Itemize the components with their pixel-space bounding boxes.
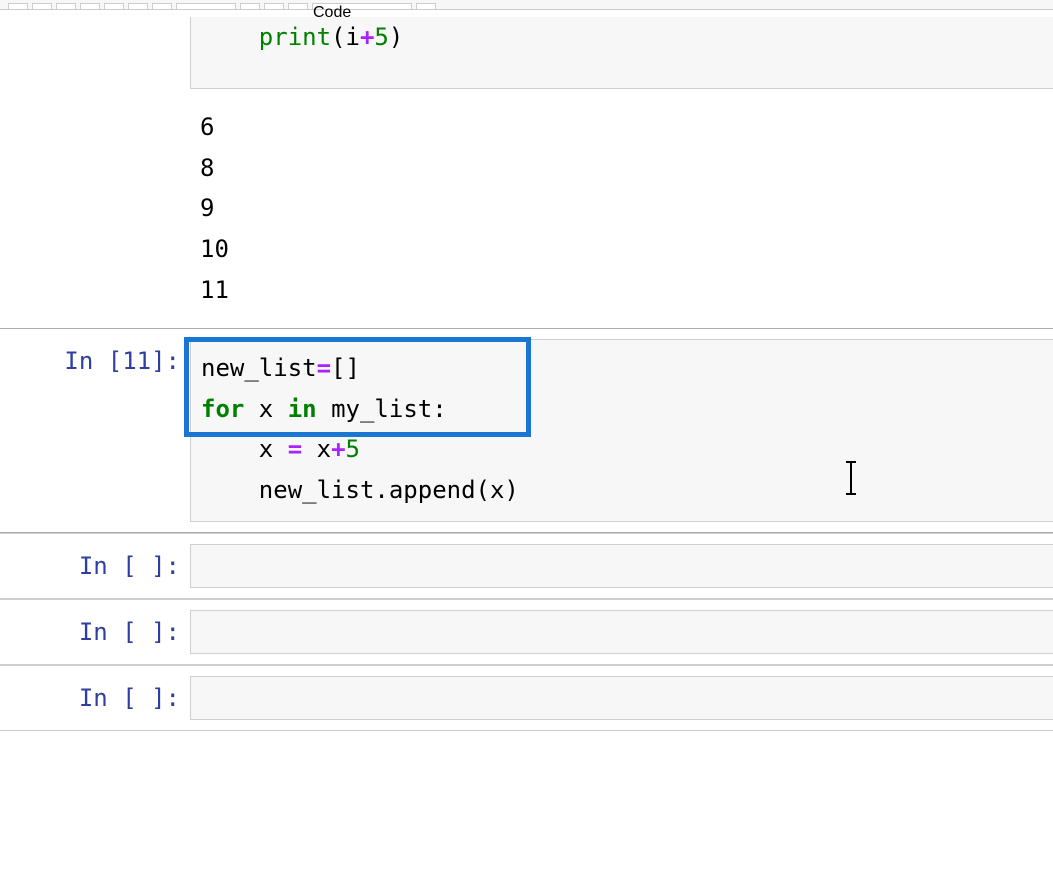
code-editor[interactable]: [190, 676, 1053, 720]
code-editor[interactable]: print(i+5): [190, 17, 1053, 89]
code-editor[interactable]: new_list=[] for x in my_list: x = x+5 ne…: [190, 339, 1053, 522]
toolbar: Code: [0, 0, 1053, 10]
toolbar-restart-run-button[interactable]: [288, 3, 308, 9]
toolbar-copy-button[interactable]: [80, 3, 100, 9]
cell-type-select[interactable]: Code: [312, 3, 412, 9]
toolbar-restart-button[interactable]: [264, 3, 284, 9]
input-prompt: In [ ]:: [79, 618, 180, 646]
toolbar-cut-button[interactable]: [56, 3, 76, 9]
input-prompt: In [ ]:: [79, 552, 180, 580]
toolbar-save-button[interactable]: [8, 3, 28, 9]
toolbar-add-button[interactable]: [32, 3, 52, 9]
toolbar-down-button[interactable]: [152, 3, 172, 9]
input-prompt: In [ ]:: [79, 684, 180, 712]
toolbar-command-palette-button[interactable]: [416, 3, 436, 9]
cell-output: 6 8 9 10 11: [190, 103, 1053, 321]
code-cell[interactable]: In [11]: new_list=[] for x in my_list: x …: [0, 328, 1053, 533]
toolbar-up-button[interactable]: [128, 3, 148, 9]
code-editor[interactable]: [190, 610, 1053, 654]
code-cell[interactable]: In [ ]:: [0, 533, 1053, 599]
notebook-container: print(i+5) 6 8 9 10 11 In [11]: new_list=[]…: [0, 10, 1053, 731]
code-cell-partial: print(i+5): [0, 10, 1053, 96]
code-cell[interactable]: In [ ]:: [0, 665, 1053, 731]
input-prompt: In [11]:: [64, 347, 180, 375]
toolbar-stop-button[interactable]: [240, 3, 260, 9]
output-cell: 6 8 9 10 11: [0, 96, 1053, 328]
code-editor[interactable]: [190, 544, 1053, 588]
toolbar-paste-button[interactable]: [104, 3, 124, 9]
code-cell[interactable]: In [ ]:: [0, 599, 1053, 665]
toolbar-run-button[interactable]: [176, 3, 236, 9]
